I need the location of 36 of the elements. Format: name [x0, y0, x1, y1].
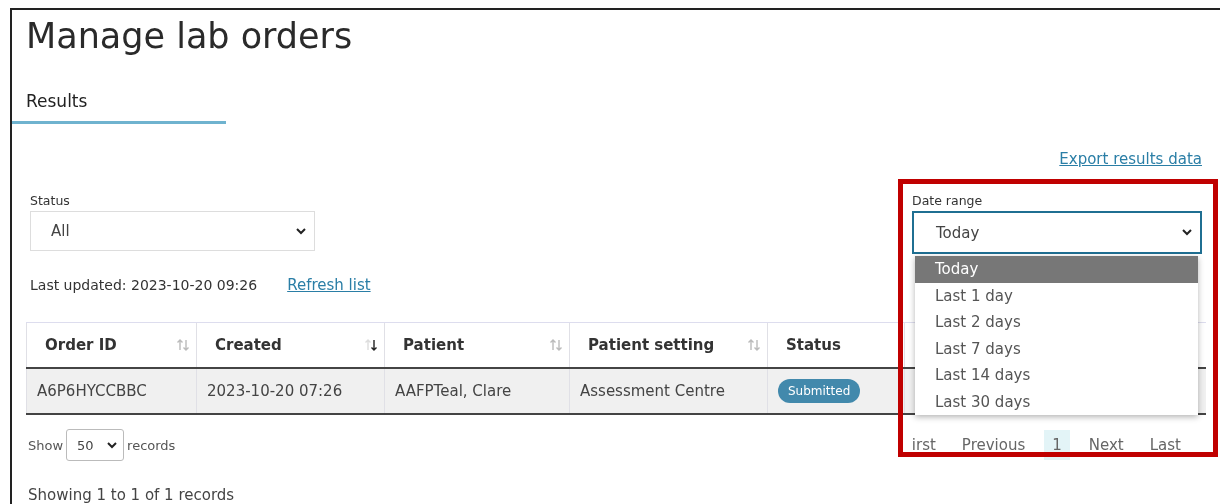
chevron-icon [1182, 229, 1192, 236]
dropdown-option[interactable]: Last 14 days [915, 362, 1198, 389]
column-header[interactable]: Status [768, 323, 905, 367]
pagination-link[interactable]: irst [898, 430, 949, 460]
table-cell: 2023-10-20 07:26 [207, 382, 343, 400]
column-header[interactable]: Order ID [26, 323, 197, 367]
pagination-link[interactable]: Last [1136, 430, 1194, 460]
date-range-dropdown[interactable]: Today [912, 211, 1202, 254]
results-tab[interactable]: Results [12, 91, 226, 124]
page-size-dropdown[interactable]: 50 [66, 429, 125, 461]
status-dropdown[interactable]: All [30, 211, 315, 251]
dropdown-option[interactable]: Last 7 days [915, 335, 1198, 362]
status-badge: Submitted [778, 379, 861, 403]
export-link[interactable]: Export results data [1059, 150, 1202, 168]
show-label: Show [28, 437, 64, 453]
pagination-link[interactable]: Next [1075, 430, 1137, 460]
records-label: records [127, 437, 176, 453]
dropdown-option[interactable]: Last 2 days [915, 309, 1198, 336]
column-header[interactable]: Created [197, 323, 385, 367]
column-header[interactable]: Patient [385, 323, 570, 367]
last-updated-text: Last updated: 2023-10-20 09:26 [30, 277, 258, 293]
dropdown-option[interactable]: Today [915, 256, 1198, 283]
chevron-icon [296, 227, 306, 235]
status-label: Status [30, 193, 71, 208]
column-header[interactable]: Patient setting [570, 323, 768, 367]
date-range-label: Date range [912, 193, 984, 208]
table-cell: Assessment Centre [580, 382, 725, 400]
chevron-icon [107, 441, 118, 449]
dropdown-option[interactable]: Last 30 days [915, 388, 1198, 415]
table-cell: AAFPTeal, Clare [395, 382, 512, 400]
pagination-link[interactable]: Previous [948, 430, 1039, 460]
table-cell: A6P6HYCCBBC [37, 382, 147, 400]
refresh-link[interactable]: Refresh list [287, 276, 371, 294]
records-summary: Showing 1 to 1 of 1 records [27, 486, 236, 504]
page-title: Manage lab orders [26, 15, 354, 58]
dropdown-option[interactable]: Last 1 day [915, 282, 1198, 309]
